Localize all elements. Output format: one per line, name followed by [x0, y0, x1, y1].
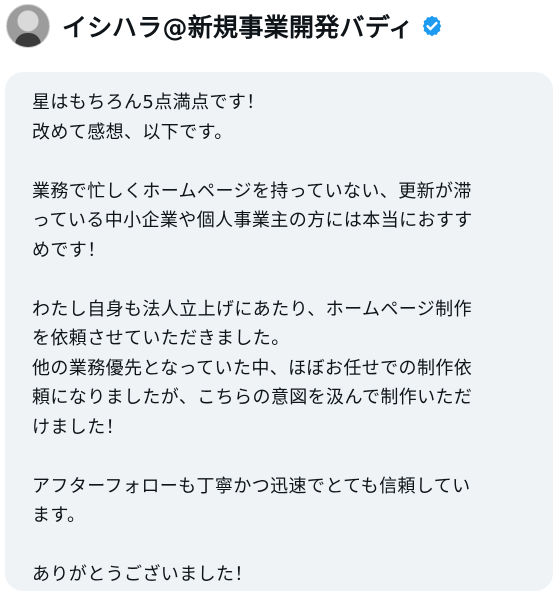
message-bubble: 星はもちろん5点満点です！ 改めて感想、以下です。 業務で忙しくホームページを持…	[5, 72, 553, 591]
verified-badge-icon	[420, 14, 444, 38]
user-display-name[interactable]: イシハラ@新規事業開発バディ	[62, 8, 414, 44]
post-header: イシハラ@新規事業開発バディ	[6, 4, 444, 48]
message-text: 星はもちろん5点満点です！ 改めて感想、以下です。 業務で忙しくホームページを持…	[32, 92, 473, 585]
user-avatar[interactable]	[6, 4, 50, 48]
